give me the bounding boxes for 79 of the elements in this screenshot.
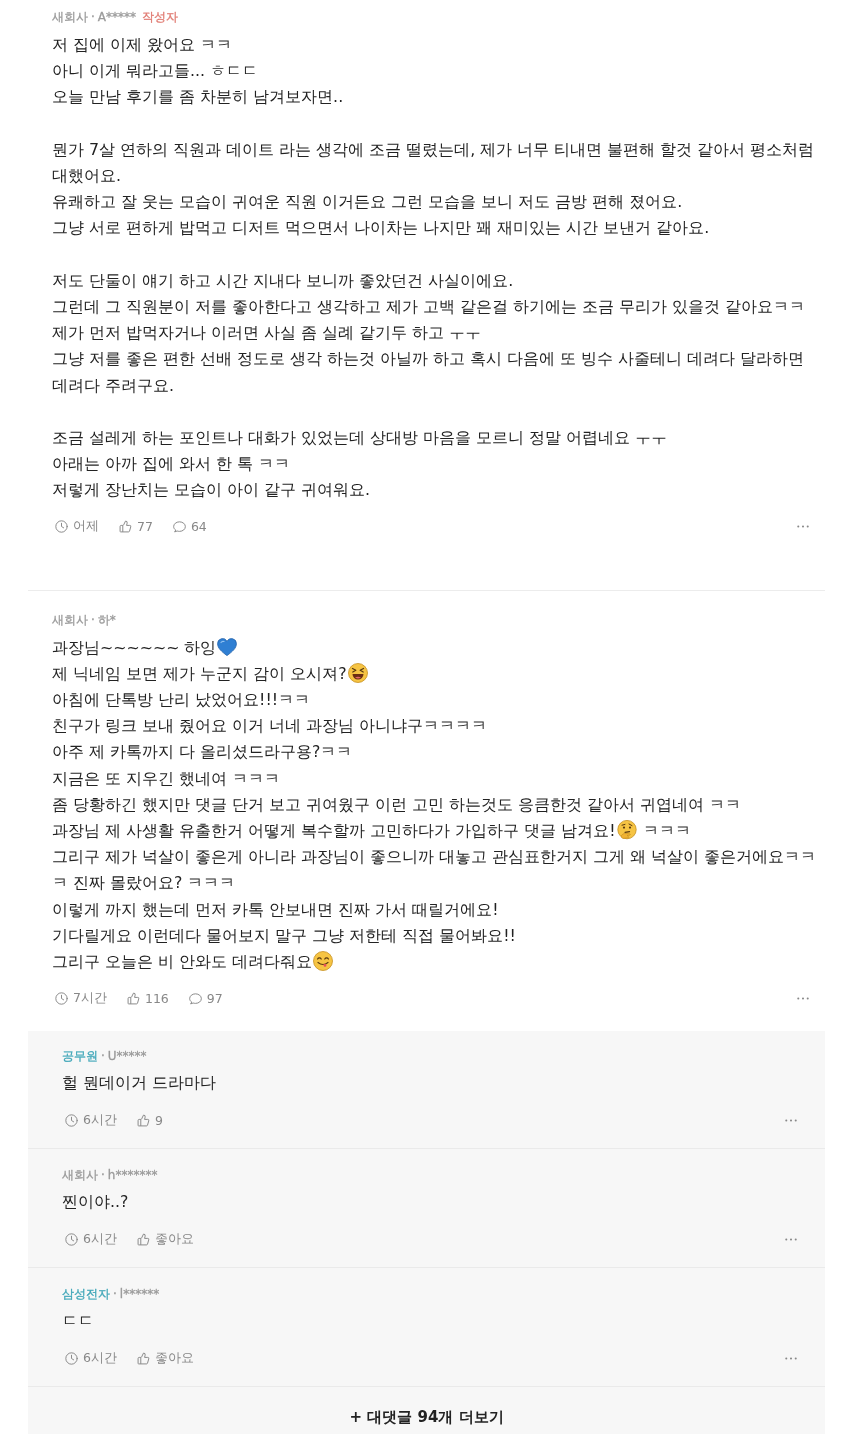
comment-text: 제가 먼저 밥먹자거나 이러면 사실 좀 실례 같기두 하고 ㅜㅜ [52,322,483,345]
comment-count-button[interactable]: 64 [172,519,207,535]
comment-text: 지금은 또 지우긴 했네여 ㅋㅋㅋ [52,767,282,790]
tongue-out-face-icon [313,951,334,972]
comment-text: 그리구 제가 넉살이 좋은게 아니라 과장님이 좋으니까 대놓고 관심표한거지 그게 왜 넉살이 좋은거에요ㅋㅋㅋ 진짜 몰랐어요? ㅋㅋㅋ [52,846,818,895]
comment-text: 아니 이게 뭐라고들... ㅎㄷㄷ [52,60,260,83]
name-separator: · [113,1286,117,1304]
comment-text: 그런데 그 직원분이 저를 좋아한다고 생각하고 제가 고백 같은걸 하기에는 조금 무리가 있을것 같아요ㅋㅋ [52,296,807,318]
comment-text: 과장님 제 사생활 유출한거 어떻게 복수할까 고민하다가 가입하구 댓글 남겨요! [52,821,616,841]
comment-text: 오늘 만남 후기를 좀 차분히 남겨보자면.. [52,86,345,109]
comment-text: 아침에 단톡방 난리 났었어요!!!ㅋㅋ [52,689,312,711]
comment-text: 그리구 오늘은 비 안와도 데려다줘요 [52,952,313,972]
comment-text: 친구가 링크 보내 줬어요 이거 너네 과장님 아니냐구ㅋㅋㅋㅋ [52,715,489,738]
like-button[interactable]: 9 [136,1112,163,1128]
speech-bubble-icon [188,991,202,1005]
thumbs-up-icon [136,1351,150,1365]
comment-text: 찐이야..? [62,1191,130,1214]
comment-text: 이렇게 까지 했는데 먼저 카톡 안보내면 진짜 가서 때릴거에요! [52,898,500,921]
time-text: 6시간 [83,1230,117,1248]
thumbs-up-icon [119,520,132,534]
comment-text: 과장님~~~~~~ 하잉 [52,637,217,657]
name-separator: · [91,611,95,629]
user-name: 하* [97,611,116,629]
clock-icon [65,1351,78,1365]
heart-icon [217,636,238,657]
comment-text: 그냥 서로 편하게 밥먹고 디저트 먹으면서 나이차는 나지만 꽤 재미있는 시간 보낸거 같아요. [52,217,711,240]
time-text: 어제 [73,518,99,536]
more-icon [797,996,809,1000]
user-name: U***** [107,1048,147,1066]
author-label: 작성자 [142,9,179,26]
user-name: l****** [119,1286,160,1304]
laughing-face-icon [347,662,368,683]
time-text: 6시간 [83,1111,117,1129]
more-icon [797,525,809,529]
more-icon [785,1118,797,1122]
company-name: 새회사 [62,1167,98,1185]
name-separator: · [101,1167,105,1185]
like-button[interactable]: 좋아요 [136,1230,194,1248]
time-text: 6시간 [83,1349,117,1367]
comment-text: 헐 뭔데이거 드라마다 [62,1072,218,1095]
name-separator: · [91,9,95,26]
user-name: A***** [97,9,137,26]
like-button[interactable]: 좋아요 [136,1349,194,1367]
clock-icon [65,1232,78,1246]
comment-text: 그냥 저를 좋은 편한 선배 정도로 생각 하는것 아닐까 하고 혹시 다음에 또 빙수 사줄테니 데려다 달라하면 데려다 주려구요. [52,348,806,397]
load-more-replies-button[interactable]: + 대댓글 94개 더보기 [28,1387,825,1434]
like-button[interactable]: 116 [126,990,169,1006]
comment-text: 유쾌하고 잘 웃는 모습이 귀여운 직원 이거든요 그런 모습을 보니 저도 금방 편해 졌어요. [52,191,684,214]
comment-text: 아래는 아까 집에 와서 한 톡 ㅋㅋ [52,453,292,476]
like-button[interactable]: 77 [119,519,153,535]
comment-text: 기다릴게요 이런데다 물어보지 말구 그냥 저한테 직접 물어봐요!! [52,924,517,947]
comment-text: 저렇게 장난치는 모습이 아이 같구 귀여워요. [52,479,372,502]
thumbs-up-icon [136,1113,150,1127]
company-name: 새회사 [52,9,88,26]
clock-icon [65,1113,78,1127]
thinking-face-icon [616,820,637,841]
more-icon [785,1356,797,1360]
comment-text: 좀 당황하긴 했지만 댓글 단거 보고 귀여웠구 이런 고민 하는것도 응큼한것 같아서 귀엽네여 ㅋㅋ [52,793,743,816]
more-icon [785,1237,797,1241]
thumbs-up-icon [126,991,140,1005]
time-text: 7시간 [73,989,107,1007]
comment-text: 조금 설레게 하는 포인트나 대화가 있었는데 상대방 마음을 모르니 정말 어렵네요 ㅜㅜ [52,427,669,449]
company-name: 공무원 [62,1048,98,1066]
thumbs-up-icon [136,1232,150,1246]
comment-text: ㅋㅋㅋ [642,821,691,841]
comment-text: 아주 제 카톡까지 다 올리셨드라구용?ㅋㅋ [52,741,354,764]
user-name: h******* [107,1167,158,1185]
speech-bubble-icon [172,520,186,534]
comment-text: 저도 단둘이 얘기 하고 시간 지내다 보니까 좋았던건 사실이에요. [52,269,515,292]
comment-text: ㄷㄷ [62,1310,95,1333]
company-name: 삼성전자 [62,1286,110,1304]
clock-icon [55,520,68,534]
comment-count-button[interactable]: 97 [188,990,223,1006]
name-separator: · [101,1048,105,1066]
comment-text: 저 집에 이제 왔어요 ㅋㅋ [52,34,234,56]
clock-icon [55,991,68,1005]
comment-text: 제 닉네임 보면 제가 누군지 감이 오시져? [52,663,347,683]
comment-text: 뭔가 7살 연하의 직원과 데이트 라는 생각에 조금 떨렸는데, 제가 너무 티내면 불편해 할것 같아서 평소처럼 대했어요. [52,138,816,187]
company-name: 새회사 [52,611,88,629]
